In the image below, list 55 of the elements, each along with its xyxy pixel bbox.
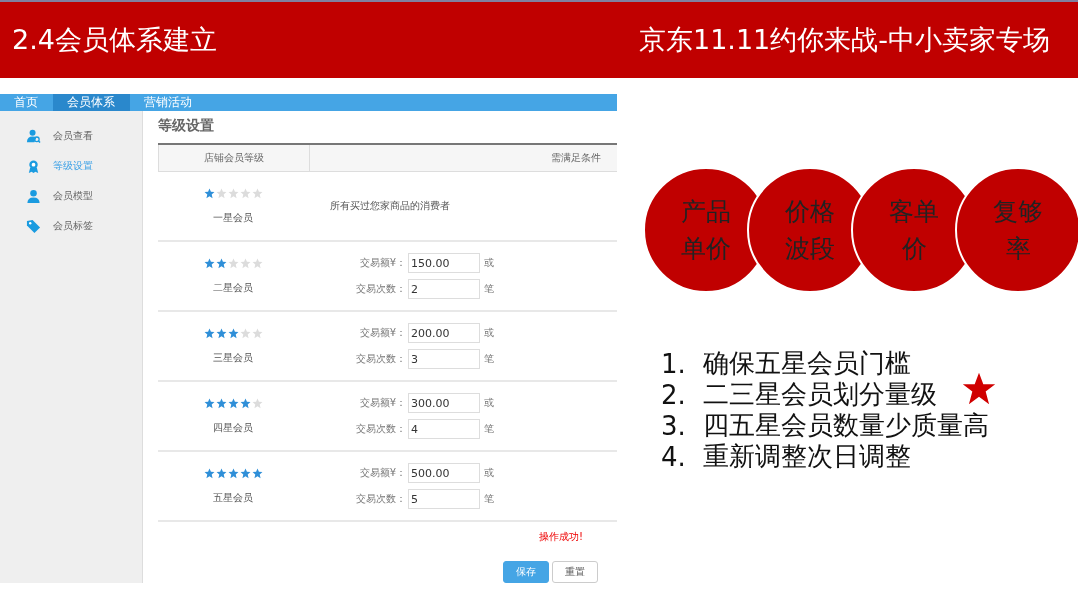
column-header: 店铺会员等级 <box>158 145 310 171</box>
column-header: 需满足条件 <box>550 151 602 165</box>
user-search-icon <box>26 128 41 144</box>
field-label: 交易额¥： <box>358 396 406 410</box>
list-number: 1. <box>661 348 687 379</box>
level-name: 一星会员 <box>213 210 253 225</box>
field-label: 交易额¥： <box>358 256 406 270</box>
ribbon-icon <box>26 158 41 174</box>
field-label: 交易次数： <box>355 352 406 366</box>
slide-subtitle: 京东11.11约你来战-中小卖家专场 <box>638 23 1050 57</box>
slide-title: 2.4会员体系建立 <box>12 23 217 57</box>
amount-field[interactable]: 200.00 <box>408 323 480 343</box>
amount-field[interactable]: 300.00 <box>408 393 480 413</box>
reset-button[interactable]: 重置 <box>552 561 598 583</box>
field-label: 交易次数： <box>355 282 406 296</box>
unit-label: 笔 <box>484 492 494 506</box>
sidebar-item[interactable]: 会员标签 <box>0 211 142 241</box>
topic-circle: 复够率 <box>955 167 1078 293</box>
list-item: 重新调整次日调整 <box>703 440 911 473</box>
page-title: 等级设置 <box>158 117 215 135</box>
level-name: 四星会员 <box>213 420 253 435</box>
level-name: 五星会员 <box>213 490 253 505</box>
list-number: 2. <box>661 379 687 410</box>
field-label: 交易次数： <box>355 492 406 506</box>
unit-label: 笔 <box>484 422 494 436</box>
count-field[interactable]: 4 <box>408 419 480 439</box>
unit-label: 笔 <box>484 282 494 296</box>
level-name: 三星会员 <box>213 350 253 365</box>
unit-label: 笔 <box>484 352 494 366</box>
unit-label: 或 <box>484 256 494 270</box>
unit-label: 或 <box>484 466 494 480</box>
user-icon <box>26 188 41 204</box>
field-label: 交易额¥： <box>358 466 406 480</box>
field-label: 交易次数： <box>355 422 406 436</box>
list-number: 4. <box>661 441 687 472</box>
nav-tab[interactable]: 会员体系 <box>53 94 130 111</box>
unit-label: 或 <box>484 326 494 340</box>
condition-text: 所有买过您家商品的消费者 <box>330 199 451 213</box>
field-label: 交易额¥： <box>358 326 406 340</box>
success-message: 操作成功! <box>538 530 584 544</box>
count-field[interactable]: 5 <box>408 489 480 509</box>
amount-field[interactable]: 150.00 <box>408 253 480 273</box>
sidebar-item[interactable]: 会员模型 <box>0 181 142 211</box>
star-icon <box>961 371 997 407</box>
list-item: 四五星会员数量少质量高 <box>703 409 989 442</box>
level-name: 二星会员 <box>213 280 253 295</box>
amount-field[interactable]: 500.00 <box>408 463 480 483</box>
count-field[interactable]: 3 <box>408 349 480 369</box>
list-item: 二三星会员划分量级 <box>703 378 937 411</box>
tag-icon <box>26 218 41 234</box>
list-number: 3. <box>661 410 687 441</box>
unit-label: 或 <box>484 396 494 410</box>
sidebar-item[interactable]: 会员查看 <box>0 121 142 151</box>
list-item: 确保五星会员门槛 <box>703 347 911 380</box>
count-field[interactable]: 2 <box>408 279 480 299</box>
